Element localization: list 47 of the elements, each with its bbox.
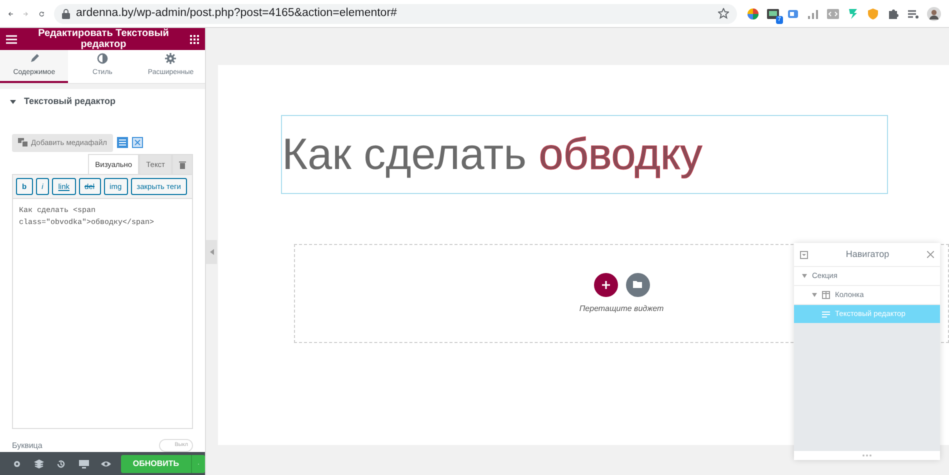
caret-icon bbox=[802, 274, 807, 278]
url-text: ardenna.by/wp-admin/post.php?post=4165&action=elementor# bbox=[76, 6, 397, 21]
navigator-title: Навигатор bbox=[846, 248, 890, 261]
update-options-button[interactable] bbox=[191, 454, 205, 473]
pencil-icon bbox=[28, 52, 40, 64]
collapse-icon[interactable] bbox=[800, 250, 808, 258]
panel-title: Редактировать Текстовый редактор bbox=[37, 28, 170, 50]
contrast-icon bbox=[96, 52, 108, 64]
gear-icon bbox=[165, 52, 176, 64]
update-button[interactable]: ОБНОВИТЬ bbox=[120, 454, 191, 473]
column-icon bbox=[822, 291, 830, 299]
expand-icon[interactable] bbox=[132, 137, 144, 148]
caret-icon bbox=[812, 293, 817, 297]
address-bar[interactable]: ardenna.by/wp-admin/post.php?post=4165&action=elementor# bbox=[54, 4, 737, 24]
caret-icon bbox=[210, 248, 214, 254]
playlist-icon[interactable] bbox=[906, 8, 919, 20]
heading-text: Как сделать обводку bbox=[282, 132, 702, 176]
trash-icon[interactable] bbox=[179, 160, 186, 169]
drop-hint: Перетащите виджет bbox=[579, 302, 664, 314]
collapse-handle[interactable] bbox=[206, 240, 217, 264]
add-section-button[interactable] bbox=[594, 272, 618, 296]
resize-handle-icon[interactable] bbox=[862, 454, 872, 457]
settings-icon[interactable] bbox=[12, 458, 22, 469]
code-icon[interactable] bbox=[826, 8, 839, 20]
tag-icon[interactable] bbox=[786, 8, 799, 20]
folder-icon bbox=[633, 281, 642, 288]
color-wheel-icon[interactable] bbox=[746, 8, 759, 20]
puzzle-icon[interactable] bbox=[886, 8, 899, 20]
text-widget-icon bbox=[822, 310, 830, 318]
layers-icon[interactable] bbox=[34, 458, 44, 469]
layout-icon[interactable] bbox=[117, 137, 128, 148]
avatar-icon[interactable] bbox=[926, 6, 941, 20]
star-icon[interactable] bbox=[718, 8, 729, 19]
desktop-icon[interactable] bbox=[78, 458, 89, 469]
history-icon[interactable] bbox=[56, 458, 66, 469]
eye-icon[interactable] bbox=[100, 458, 111, 469]
plus-icon bbox=[602, 280, 610, 288]
template-button[interactable] bbox=[626, 272, 650, 296]
caret-icon bbox=[10, 98, 16, 105]
media-icon bbox=[18, 138, 28, 148]
grid-icon[interactable] bbox=[190, 34, 199, 44]
bar-chart-icon[interactable] bbox=[806, 8, 819, 20]
menu-icon[interactable] bbox=[6, 34, 17, 44]
close-icon[interactable] bbox=[927, 251, 934, 258]
monitor-icon[interactable] bbox=[766, 8, 779, 20]
dropcap-label: Буквица bbox=[12, 440, 42, 452]
lock-icon bbox=[62, 8, 70, 18]
